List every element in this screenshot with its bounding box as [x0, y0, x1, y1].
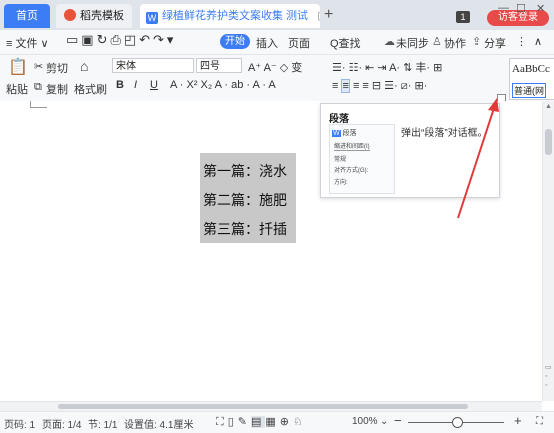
- arrow-shaft: [457, 101, 497, 219]
- view-mode-icons[interactable]: ⛶▯✎▤▦⊕♘: [216, 415, 307, 429]
- zoom-level[interactable]: 100%: [352, 416, 378, 427]
- zoom-slider-thumb[interactable]: [452, 417, 463, 428]
- status-bar: 页码: 1 页面: 1/4 节: 1/1 设置值: 4.1厘米 ⛶▯✎▤▦⊕♘ …: [0, 411, 554, 433]
- page-count[interactable]: 页面: 1/4: [42, 416, 81, 431]
- section-info[interactable]: 节: 1/1: [88, 416, 117, 431]
- zoom-dropdown-icon[interactable]: ⌄: [380, 416, 388, 427]
- zoom-out-icon[interactable]: −: [394, 413, 402, 428]
- setting-value[interactable]: 设置值: 4.1厘米: [124, 416, 193, 431]
- page-number[interactable]: 页码: 1: [4, 416, 35, 431]
- fit-window-icon[interactable]: ⛶: [536, 416, 543, 427]
- zoom-in-icon[interactable]: +: [514, 413, 522, 428]
- annotation-arrow: [457, 98, 499, 219]
- arrow-head: [488, 98, 499, 112]
